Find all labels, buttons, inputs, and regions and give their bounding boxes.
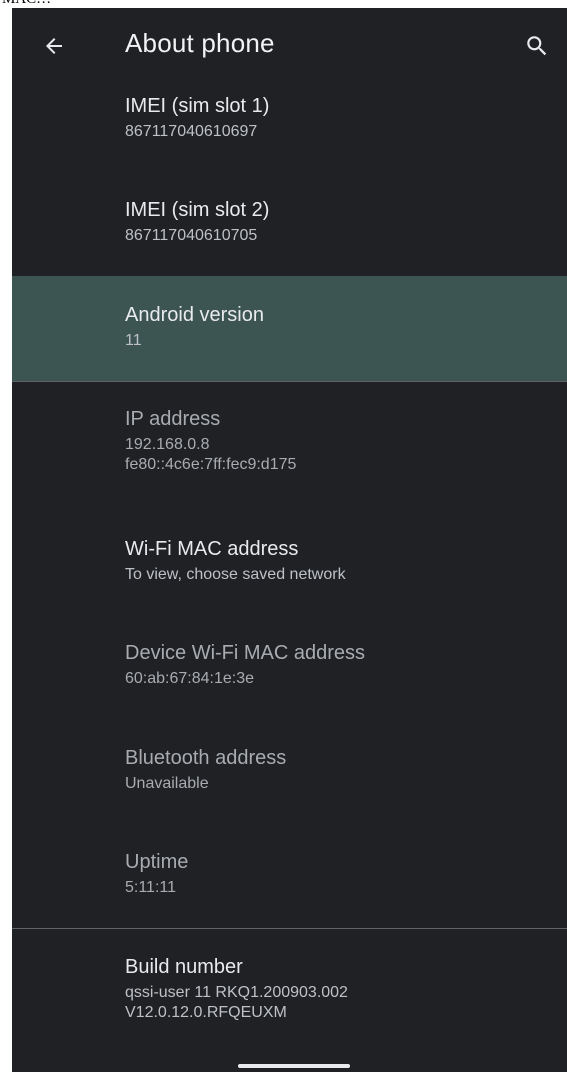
app-bar: About phone <box>12 8 567 88</box>
imei-slot2-item[interactable]: IMEI (sim slot 2) 867117040610705 <box>12 198 567 246</box>
section-divider-2 <box>12 928 567 929</box>
build-number-value: qssi-user 11 RKQ1.200903.002 <box>125 984 348 1001</box>
android-version-label: Android version <box>125 304 264 326</box>
bluetooth-address-value: Unavailable <box>125 775 209 792</box>
back-button[interactable] <box>34 26 74 66</box>
device-wifi-mac-item[interactable]: Device Wi-Fi MAC address 60:ab:67:84:1e:… <box>12 641 567 689</box>
build-number-item[interactable]: Build number qssi-user 11 RKQ1.200903.00… <box>12 955 567 1023</box>
uptime-item[interactable]: Uptime 5:11:11 <box>12 850 567 898</box>
ip-address-value: 192.168.0.8 <box>125 436 210 453</box>
search-icon <box>527 36 547 56</box>
arrow-back-icon <box>46 38 62 54</box>
status-strip: MAC… <box>0 0 567 8</box>
search-button[interactable] <box>517 26 557 66</box>
device-wifi-mac-label: Device Wi-Fi MAC address <box>125 642 366 664</box>
android-version-item[interactable]: Android version 11 <box>12 276 567 381</box>
ip-address-item[interactable]: IP address 192.168.0.8 fe80::4c6e:7ff:fe… <box>12 407 567 475</box>
wifi-mac-label: Wi-Fi MAC address <box>125 538 299 560</box>
imei-slot1-label: IMEI (sim slot 1) <box>125 95 270 117</box>
section-divider <box>12 381 567 382</box>
bluetooth-address-item[interactable]: Bluetooth address Unavailable <box>12 746 567 794</box>
bluetooth-address-label: Bluetooth address <box>125 747 287 769</box>
uptime-value: 5:11:11 <box>125 879 177 896</box>
ip-address-value-2: fe80::4c6e:7ff:fec9:d175 <box>125 456 297 473</box>
uptime-label: Uptime <box>125 851 189 873</box>
build-number-label: Build number <box>125 956 243 978</box>
status-strip-text: MAC… <box>2 0 51 8</box>
about-phone-screen: About phone IMEI (sim slot 1) 8671170406… <box>12 8 567 1072</box>
wifi-mac-item[interactable]: Wi-Fi MAC address To view, choose saved … <box>12 537 567 585</box>
build-number-value-2: V12.0.12.0.RFQEUXM <box>125 1004 287 1021</box>
ip-address-label: IP address <box>125 408 221 430</box>
android-version-value: 11 <box>125 332 142 349</box>
device-wifi-mac-value: 60:ab:67:84:1e:3e <box>125 670 255 687</box>
imei-slot2-label: IMEI (sim slot 2) <box>125 199 270 221</box>
wifi-mac-value: To view, choose saved network <box>125 566 346 583</box>
page-title: About phone <box>125 28 275 58</box>
gesture-nav-handle[interactable] <box>238 1064 350 1068</box>
imei-slot1-item[interactable]: IMEI (sim slot 1) 867117040610697 <box>12 94 567 142</box>
imei-slot1-value: 867117040610697 <box>125 123 258 140</box>
imei-slot2-value: 867117040610705 <box>125 227 258 244</box>
